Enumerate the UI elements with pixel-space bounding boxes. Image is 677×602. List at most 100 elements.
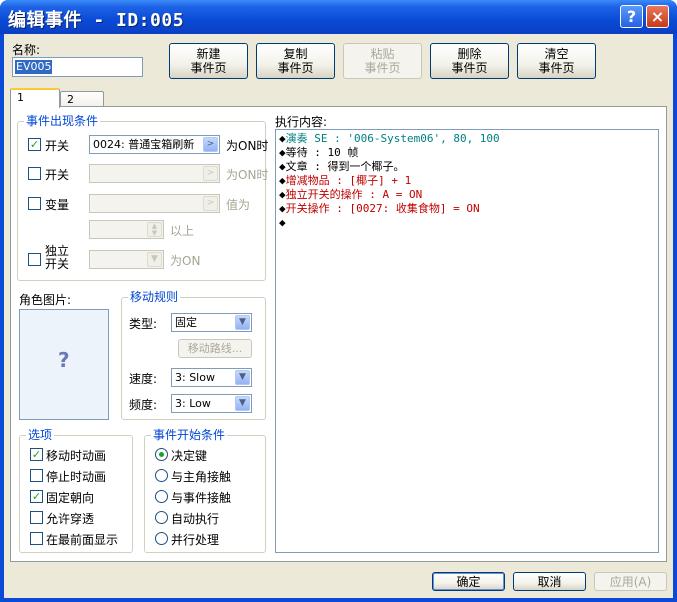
name-field[interactable]: EV005 [12,57,143,77]
option-checkbox[interactable] [30,532,43,545]
movement-type-value: 固定 [175,316,197,329]
switch2-checkbox[interactable] [28,167,41,180]
movement-type-label: 类型: [129,317,158,331]
switch1-value: 0024: 普通宝箱刷新 [93,138,195,151]
option-checkbox[interactable] [30,511,43,524]
command-line[interactable]: ◆等待 : 10 帧 [279,146,358,160]
diamond-marker-icon: ◆ [279,132,286,145]
self-switch-select[interactable]: ▼ [89,250,164,269]
self-switch-label-line2: 开关 [45,257,70,271]
close-button[interactable]: × [646,5,669,28]
option-label: 停止时动画 [46,470,107,484]
trigger-label: 决定键 [171,449,208,463]
movement-freq-select[interactable]: 3: Low ▼ [171,394,252,413]
trigger-radio[interactable] [155,490,168,503]
contents-list[interactable]: ◆演奏 SE : '006-System06', 80, 100 ◆等待 : 10… [275,129,659,553]
chevron-right-icon: > [203,166,218,181]
option-checkbox[interactable] [30,469,43,482]
graphic-label: 角色图片: [19,293,72,307]
help-button[interactable]: ? [620,5,643,28]
event-page-panel: 事件出现条件 ✓ 开关 0024: 普通宝箱刷新 > 为ON时 开关 > 为ON… [10,106,667,562]
command-text: 文章 : 得到一个椰子。 [285,160,405,173]
name-field-value: EV005 [15,60,53,74]
command-line[interactable]: ◆独立开关的操作 : A = ON [279,188,422,202]
command-line[interactable]: ◆演奏 SE : '006-System06', 80, 100 [279,132,500,146]
command-text: 等待 : 10 帧 [285,146,359,159]
conditions-group: 事件出现条件 ✓ 开关 0024: 普通宝箱刷新 > 为ON时 开关 > 为ON… [17,114,268,281]
chevron-right-icon: > [203,137,218,152]
switch1-select[interactable]: 0024: 普通宝箱刷新 > [89,135,220,154]
new-event-page-button[interactable]: 新建 事件页 [169,43,248,79]
option-label: 固定朝向 [46,491,95,505]
trigger-group: 事件开始条件 决定键 与主角接触 与事件接触 自动执行 并行处理 [144,428,266,553]
command-line[interactable]: ◆增减物品 : [椰子] + 1 [279,174,411,188]
name-label: 名称: [12,43,41,57]
movement-speed-value: 3: Slow [175,371,215,384]
trigger-radio[interactable] [155,448,168,461]
variable-select[interactable]: > [89,194,220,213]
switch1-label: 开关 [45,139,70,153]
switch2-label: 开关 [45,168,70,182]
chevron-down-icon: ▼ [235,396,250,411]
spinner-arrows-icon: ▲ ▼ [147,222,162,237]
movement-freq-value: 3: Low [175,397,211,410]
trigger-radio[interactable] [155,511,168,524]
command-line[interactable]: ◆文章 : 得到一个椰子。 [279,160,405,174]
option-checkbox[interactable]: ✓ [30,448,43,461]
trigger-label: 自动执行 [171,512,220,526]
self-switch-checkbox[interactable] [28,253,41,266]
variable-amount-suffix: 以上 [170,224,195,238]
chevron-down-icon: ▼ [235,315,250,330]
copy-event-page-label2: 事件页 [277,61,314,75]
tab-page-2[interactable]: 2 [60,91,104,107]
new-event-page-label2: 事件页 [190,61,227,75]
diamond-marker-icon: ◆ [279,216,286,229]
clear-event-page-button[interactable]: 清空 事件页 [517,43,596,79]
title-bar[interactable]: 编辑事件 - ID:005 ? × [0,0,677,34]
trigger-radio[interactable] [155,532,168,545]
chevron-right-icon: > [203,196,218,211]
switch2-select[interactable]: > [89,164,220,183]
self-switch-label: 独立 开关 [45,245,69,271]
command-line[interactable]: ◆ [279,216,286,230]
trigger-title: 事件开始条件 [151,428,228,442]
copy-event-page-button[interactable]: 复制 事件页 [256,43,335,79]
movement-title: 移动规则 [128,290,181,304]
movement-type-select[interactable]: 固定 ▼ [171,313,252,332]
move-route-button[interactable]: 移动路线... [178,339,252,358]
cancel-button[interactable]: 取消 [513,572,586,591]
diamond-marker-icon: ◆ [279,146,286,159]
tab-page-1[interactable]: 1 [10,88,60,108]
variable-checkbox[interactable] [28,197,41,210]
delete-event-page-label1: 删除 [457,47,482,61]
apply-button[interactable]: 应用(A) [594,572,667,591]
movement-speed-select[interactable]: 3: Slow ▼ [171,368,252,387]
event-editor-window: 编辑事件 - ID:005 ? × 名称: EV005 新建 事件页 复制 事件… [0,0,677,602]
chevron-down-icon: ▼ [147,252,162,267]
contents-label: 执行内容: [275,115,328,129]
command-line[interactable]: ◆开关操作 : [0027: 收集食物] = ON [279,202,480,216]
diamond-marker-icon: ◆ [279,188,286,201]
delete-event-page-label2: 事件页 [451,61,488,75]
command-text: 增减物品 : [椰子] + 1 [285,174,412,187]
trigger-radio[interactable] [155,469,168,482]
movement-group: 移动规则 类型: 固定 ▼ 移动路线... 速度: 3: Slow ▼ 频度: … [121,290,266,420]
diamond-marker-icon: ◆ [279,160,286,173]
switch1-checkbox[interactable]: ✓ [28,138,41,151]
diamond-marker-icon: ◆ [279,202,286,215]
chevron-down-icon: ▼ [235,370,250,385]
paste-event-page-button[interactable]: 粘贴 事件页 [343,43,422,79]
paste-event-page-label2: 事件页 [364,61,401,75]
ok-button[interactable]: 确定 [432,572,505,591]
command-text: 独立开关的操作 : A = ON [285,188,423,201]
clear-event-page-label2: 事件页 [538,61,575,75]
option-label: 移动时动画 [46,449,107,463]
delete-event-page-button[interactable]: 删除 事件页 [430,43,509,79]
conditions-title: 事件出现条件 [24,114,101,128]
option-checkbox[interactable]: ✓ [30,490,43,503]
option-label: 在最前面显示 [46,533,119,547]
trigger-label: 与事件接触 [171,491,232,505]
graphic-box[interactable]: ? [19,309,109,420]
movement-freq-label: 频度: [129,398,158,412]
variable-amount-spinner[interactable]: ▲ ▼ [89,220,164,239]
